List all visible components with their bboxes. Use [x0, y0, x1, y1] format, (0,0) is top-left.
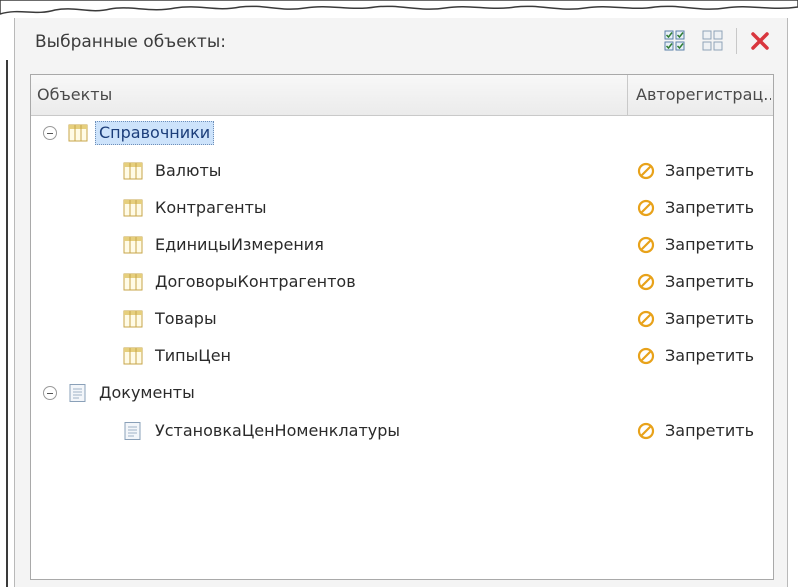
- prohibit-icon: [637, 347, 655, 364]
- collapse-icon[interactable]: [43, 126, 57, 140]
- autoreg-value: Запретить: [665, 161, 754, 180]
- tree-item-label: Контрагенты: [155, 198, 267, 217]
- tree-item-label: Товары: [155, 309, 217, 328]
- tree-group-row[interactable]: Справочники: [31, 115, 773, 152]
- prohibit-icon: [637, 422, 655, 439]
- autoreg-cell[interactable]: Запретить: [627, 272, 754, 291]
- tree-item-label: УстановкаЦенНоменклатуры: [155, 421, 401, 440]
- toolbar-separator: [736, 28, 737, 54]
- catalog-table-icon: [123, 273, 143, 291]
- check-all-button[interactable]: [656, 25, 694, 57]
- autoreg-cell[interactable]: Запретить: [627, 161, 754, 180]
- toolbar: [656, 24, 779, 58]
- column-header-autoregistration[interactable]: Авторегистрац...: [627, 75, 771, 115]
- catalog-table-icon: [123, 236, 143, 254]
- uncheck-grid-icon: [702, 30, 723, 51]
- tree-item-label: ТипыЦен: [155, 346, 231, 365]
- checkbox-grid-icon: [664, 30, 685, 51]
- selected-objects-panel: Выбранные объекты: Объекты Авторегистрац…: [14, 18, 788, 587]
- tree-item-row[interactable]: Товары Запретить: [31, 301, 773, 338]
- tree-item-row[interactable]: ДоговорыКонтрагентов Запретить: [31, 264, 773, 301]
- uncheck-all-button[interactable]: [694, 25, 732, 57]
- prohibit-icon: [637, 273, 655, 290]
- catalog-table-icon: [123, 199, 143, 217]
- autoreg-cell[interactable]: Запретить: [627, 235, 754, 254]
- tree-group-row[interactable]: Документы: [31, 375, 773, 412]
- tree-group-label[interactable]: Документы: [99, 383, 195, 402]
- autoreg-value: Запретить: [665, 346, 754, 365]
- tree-item-row[interactable]: ТипыЦен Запретить: [31, 338, 773, 375]
- objects-tree-table[interactable]: Объекты Авторегистрац... Справочники Вал…: [30, 74, 774, 580]
- table-header: Объекты Авторегистрац...: [31, 75, 773, 116]
- autoreg-value: Запретить: [665, 235, 754, 254]
- autoreg-cell[interactable]: Запретить: [627, 346, 754, 365]
- prohibit-icon: [637, 199, 655, 216]
- panel-title: Выбранные объекты:: [35, 32, 226, 52]
- delete-button[interactable]: [741, 25, 779, 57]
- tree-item-row[interactable]: УстановкаЦенНоменклатуры Запретить: [31, 413, 773, 450]
- column-header-objects[interactable]: Объекты: [37, 75, 617, 115]
- catalog-table-icon: [123, 347, 143, 365]
- catalog-table-icon: [123, 310, 143, 328]
- tree-item-row[interactable]: ЕдиницыИзмерения Запретить: [31, 227, 773, 264]
- autoreg-cell[interactable]: Запретить: [627, 421, 754, 440]
- autoreg-value: Запретить: [665, 272, 754, 291]
- autoreg-cell[interactable]: Запретить: [627, 198, 754, 217]
- tree-item-row[interactable]: Валюты Запретить: [31, 153, 773, 190]
- catalog-table-icon: [123, 162, 143, 180]
- catalog-table-icon: [68, 124, 88, 142]
- tree-item-label: ЕдиницыИзмерения: [155, 235, 324, 254]
- tree-item-label: ДоговорыКонтрагентов: [155, 272, 356, 291]
- autoreg-value: Запретить: [665, 198, 754, 217]
- page-border-line: [6, 60, 8, 587]
- prohibit-icon: [637, 236, 655, 253]
- collapse-icon[interactable]: [43, 386, 57, 400]
- tree-item-label: Валюты: [155, 161, 222, 180]
- autoreg-value: Запретить: [665, 309, 754, 328]
- prohibit-icon: [637, 310, 655, 327]
- document-icon: [124, 422, 141, 440]
- autoreg-value: Запретить: [665, 421, 754, 440]
- tree-item-row[interactable]: Контрагенты Запретить: [31, 190, 773, 227]
- autoreg-cell[interactable]: Запретить: [627, 309, 754, 328]
- prohibit-icon: [637, 162, 655, 179]
- tree-group-label[interactable]: Справочники: [95, 121, 215, 145]
- close-icon: [751, 32, 769, 50]
- document-icon: [69, 384, 86, 402]
